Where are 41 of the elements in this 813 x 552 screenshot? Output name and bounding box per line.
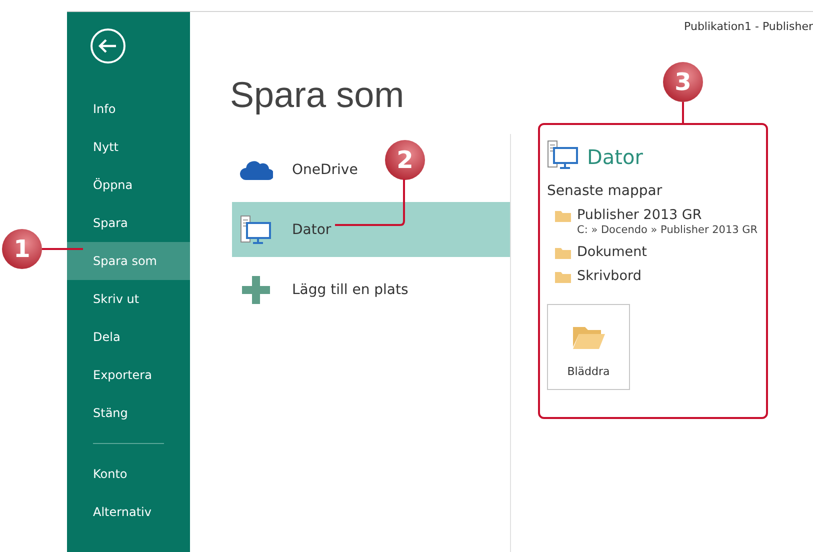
callout-badge: 1 [2,229,42,269]
sidebar-item[interactable]: Dela [67,318,190,356]
computer-icon [240,214,272,244]
folder-item[interactable]: Publisher 2013 GR [577,207,758,223]
folder-item[interactable]: Skrivbord [577,268,642,284]
back-button[interactable] [90,28,126,64]
folder-icon [555,209,571,222]
section-heading: Senaste mappar [547,183,664,199]
sidebar-item[interactable]: Stäng [67,394,190,432]
sidebar-item[interactable]: Info [67,90,190,128]
page-heading: Spara som [230,74,404,116]
folder-item[interactable]: Dokument [577,244,647,260]
place-item[interactable]: Dator [232,202,510,257]
place-label: Dator [292,222,332,238]
window-title: Publikation1 - Publisher [684,20,813,32]
place-label: Lägg till en plats [292,282,408,298]
sidebar-item[interactable]: Spara som [67,242,190,280]
cloud-icon [239,158,273,180]
sidebar-item[interactable]: Skriv ut [67,280,190,318]
folder-icon [572,324,604,348]
leader-line [335,179,405,226]
browse-button[interactable]: Bläddra [547,304,630,390]
folder-path: C: » Docendo » Publisher 2013 GR [577,224,758,236]
leader-line [682,102,684,124]
leader-line [42,248,83,250]
place-item[interactable]: Lägg till en plats [232,262,416,317]
folder-icon [555,270,571,283]
sidebar-item[interactable]: Alternativ [67,493,190,531]
sidebar-item[interactable]: Nytt [67,128,190,166]
computer-icon [547,140,579,170]
sidebar-item[interactable]: Exportera [67,356,190,394]
sidebar-item[interactable]: Konto [67,455,190,493]
sidebar-item[interactable]: Öppna [67,166,190,204]
plus-icon [242,276,270,304]
callout-badge: 2 [385,140,425,180]
place-label: OneDrive [292,162,358,178]
place-item[interactable]: OneDrive [232,142,366,197]
folder-icon [555,246,571,259]
callout-badge: 3 [663,62,703,102]
sidebar-item[interactable]: Spara [67,204,190,242]
panel-title: Dator [587,145,643,169]
